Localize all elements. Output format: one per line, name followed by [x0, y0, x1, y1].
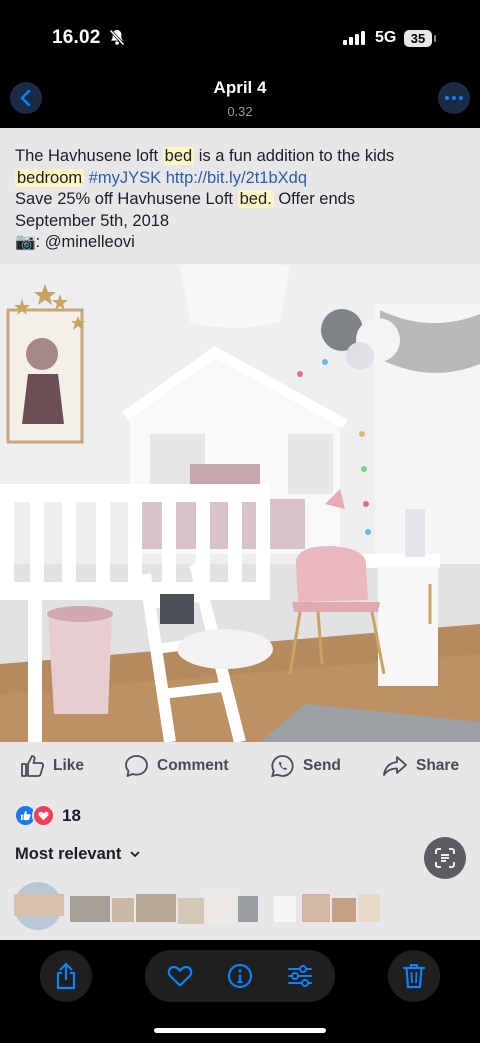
info-button[interactable]: [227, 963, 253, 989]
share-label: Share: [416, 757, 460, 774]
thumbs-up-icon: [21, 755, 45, 777]
more-button[interactable]: [438, 82, 470, 114]
live-text-button[interactable]: [424, 837, 466, 879]
battery-tip: [434, 35, 436, 42]
like-label: Like: [53, 757, 85, 774]
send-button[interactable]: Send: [270, 754, 341, 778]
share-sheet-icon: [56, 962, 76, 990]
page-subtitle: 0.32: [227, 104, 253, 119]
battery-icon: 35: [404, 30, 432, 47]
network-type: 5G: [375, 29, 397, 46]
signal-icon: [343, 31, 367, 50]
info-icon: [227, 963, 253, 989]
top-navigation: April 4 0.32: [0, 70, 480, 128]
comment-sort-label: Most relevant: [15, 845, 122, 863]
post-photo[interactable]: [0, 264, 480, 742]
silent-bell-icon: [109, 29, 125, 51]
post-text-segment: The Havhusene loft: [15, 147, 163, 165]
share-arrow-icon: [383, 756, 407, 776]
comment-bubble-icon: [125, 755, 148, 777]
screenshot-content: The Havhusene loft bed is a fun addition…: [0, 128, 480, 940]
bedroom-photo-illustration: [0, 264, 480, 742]
comment-label: Comment: [157, 757, 229, 774]
status-bar: 16.02 5G 35: [0, 0, 480, 70]
chevron-down-icon: [130, 851, 140, 858]
post-text: The Havhusene loft bed is a fun addition…: [15, 146, 470, 254]
thumbnail-strip-illustration: [14, 882, 380, 930]
url-link[interactable]: http://bit.ly/2t1bXdq: [166, 169, 307, 187]
bottom-toolbar: [0, 940, 480, 1043]
adjust-sliders-icon: [288, 965, 312, 987]
page-title: April 4: [213, 78, 267, 97]
reaction-summary[interactable]: 18: [14, 804, 81, 827]
post-actions: Like Comment Send Share: [0, 744, 480, 790]
post-text-segment: Save 25% off Havhusene Loft: [15, 190, 238, 208]
love-icon: [32, 804, 55, 827]
status-time: 16.02: [52, 27, 101, 48]
photo-actions-group: [145, 950, 335, 1002]
delete-button[interactable]: [388, 950, 440, 1002]
favorite-button[interactable]: [167, 963, 193, 989]
hashtag-link[interactable]: #myJYSK: [89, 169, 161, 187]
reaction-count: 18: [62, 805, 81, 825]
edit-button[interactable]: [287, 963, 313, 989]
comment-sort-dropdown[interactable]: Most relevant: [15, 845, 140, 864]
whatsapp-icon: [271, 755, 294, 778]
text-scan-icon: [435, 848, 455, 868]
share-button[interactable]: [40, 950, 92, 1002]
ellipsis-icon: [445, 96, 463, 100]
thumbnail-strip[interactable]: [14, 880, 384, 932]
home-indicator[interactable]: [154, 1028, 326, 1033]
like-button[interactable]: Like: [20, 754, 84, 778]
search-highlight: bed.: [237, 190, 274, 208]
comment-button[interactable]: Comment: [124, 754, 228, 778]
post-text-segment: is a fun addition to the kids: [194, 147, 395, 165]
send-label: Send: [303, 757, 341, 774]
photo-credit: : @minelleovi: [35, 233, 135, 251]
post-text-segment: September 5th, 2018: [15, 211, 170, 230]
heart-icon: [167, 965, 193, 987]
search-highlight: bed: [162, 147, 195, 165]
camera-emoji: 📷: [15, 233, 36, 251]
post-text-segment: Offer ends: [273, 190, 356, 208]
share-button[interactable]: Share: [382, 754, 459, 778]
trash-icon: [402, 964, 426, 989]
search-highlight: bedroom: [15, 168, 85, 187]
